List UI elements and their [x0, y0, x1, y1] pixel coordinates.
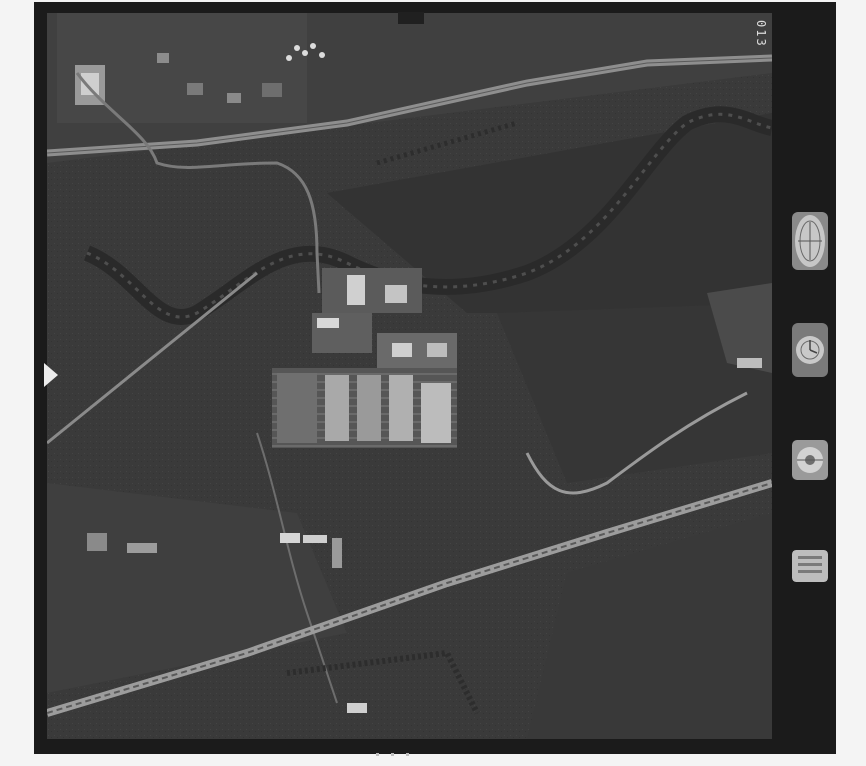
aerial-photo — [47, 13, 772, 739]
building — [737, 358, 762, 368]
building — [347, 703, 367, 713]
building — [280, 533, 300, 543]
aerial-photo-scene — [47, 13, 772, 739]
fiducial-mark-left — [44, 363, 58, 387]
building — [332, 538, 342, 568]
village — [57, 13, 325, 123]
building — [87, 533, 107, 551]
building — [303, 535, 327, 543]
clock-dial-icon — [792, 323, 828, 377]
altimeter-dial-icon — [792, 212, 828, 270]
fiducial-mark-bottom — [370, 741, 430, 756]
frame-number: 013 — [754, 20, 768, 48]
level-bubble-icon — [792, 440, 828, 480]
building — [127, 543, 157, 553]
fiducial-mark-top — [398, 12, 424, 24]
data-plate-icon — [792, 550, 828, 582]
